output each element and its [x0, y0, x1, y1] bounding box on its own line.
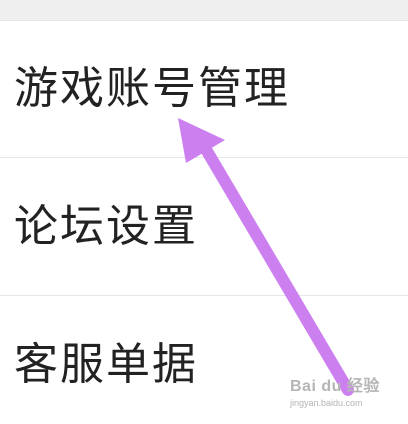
menu-item-label: 客服单据	[14, 339, 198, 390]
baidu-jingyan-watermark: Bai du 经验 jingyan.baidu.com	[290, 372, 400, 412]
menu-item-label: 论坛设置	[14, 200, 198, 252]
top-divider-strip	[0, 0, 408, 20]
menu-item-forum-settings[interactable]: 论坛设置	[0, 158, 408, 296]
watermark-url: jingyan.baidu.com	[290, 398, 363, 408]
watermark-logo: Bai du 经验	[290, 378, 380, 395]
menu-item-game-account[interactable]: 游戏账号管理	[0, 20, 408, 158]
menu-item-label: 游戏账号管理	[14, 63, 290, 114]
settings-screen: 游戏账号管理 论坛设置 客服单据 Bai du 经验 jingyan.baidu…	[0, 0, 408, 424]
settings-menu-list: 游戏账号管理 论坛设置 客服单据	[0, 20, 408, 424]
